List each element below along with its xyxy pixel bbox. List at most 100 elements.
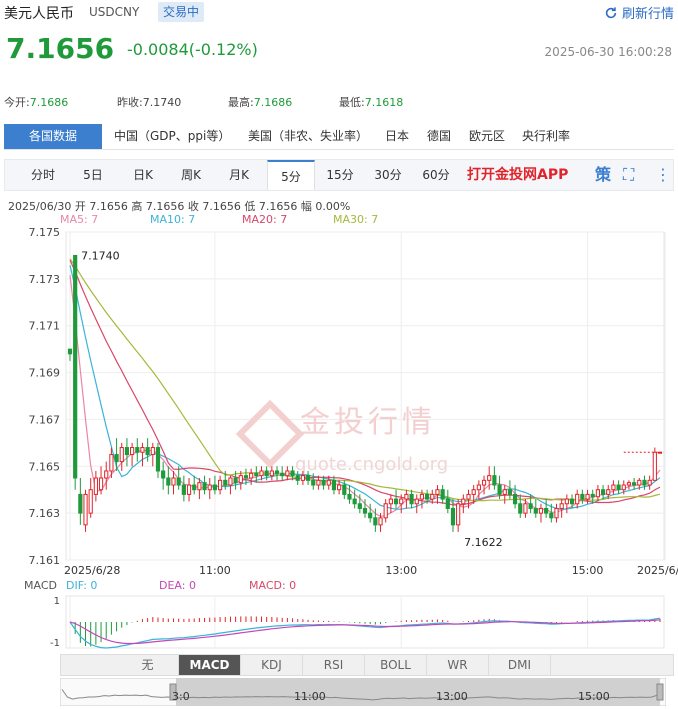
period-60min[interactable]: 60分	[415, 160, 457, 190]
indicator-dmi[interactable]: DMI	[489, 655, 551, 675]
candle-body	[269, 470, 274, 477]
indicator-kdj[interactable]: KDJ	[241, 655, 303, 675]
candle-body	[342, 484, 347, 495]
candle-body	[435, 489, 440, 495]
candle-body	[575, 493, 580, 505]
candle-body	[425, 493, 430, 500]
candle-body	[476, 484, 481, 491]
tab-japan[interactable]: 日本	[385, 124, 409, 149]
candle-body	[83, 493, 88, 526]
indicator-selector: 无 MACD KDJ RSI BOLL WR DMI	[60, 654, 674, 676]
period-weekly[interactable]: 周K	[171, 160, 211, 190]
more-icon[interactable]: ⋮	[655, 160, 671, 190]
candle-body	[264, 470, 269, 477]
candle-body	[217, 479, 223, 491]
candle-body	[466, 493, 471, 500]
y-tick-label: 7.171	[29, 320, 61, 333]
indicator-none[interactable]: 无	[117, 655, 179, 675]
candle-body	[461, 498, 466, 505]
indicator-boll[interactable]: BOLL	[365, 655, 427, 675]
candle-body	[373, 517, 378, 526]
open-app-link[interactable]: 打开金投网APP	[467, 160, 568, 190]
candle-body	[492, 475, 497, 486]
dea-legend: DEA: 0	[159, 579, 196, 592]
candle-body	[554, 507, 559, 519]
navigator-label: 15:00	[578, 690, 610, 703]
candle-body	[114, 454, 119, 463]
candle-body	[93, 477, 98, 495]
candle-body	[393, 498, 399, 505]
candle-body	[378, 517, 383, 526]
candle-body	[295, 475, 300, 481]
y-tick-label: 7.175	[29, 226, 61, 239]
candle-body	[290, 470, 295, 477]
range-navigator[interactable]: 3:0 11:00 13:00 15:00	[60, 678, 666, 706]
candle-body	[445, 498, 450, 509]
y-tick-label: 7.173	[29, 273, 61, 286]
candle-body	[311, 479, 316, 486]
candle-body	[362, 507, 368, 514]
candle-body	[528, 503, 533, 509]
indicator-rsi[interactable]: RSI	[303, 655, 365, 675]
value-annotation: 7.1622	[464, 536, 503, 549]
period-5day[interactable]: 5日	[75, 160, 111, 190]
period-30min[interactable]: 30分	[367, 160, 409, 190]
x-tick-label: 15:00	[572, 564, 604, 577]
data-tabs: 各国数据 中国（GDP、ppi等） 美国（非农、失业率） 日本 德国 欧元区 央…	[4, 124, 674, 150]
status-badge: 交易中	[158, 2, 205, 22]
period-intraday[interactable]: 分时	[23, 160, 63, 190]
dif-legend: DIF: 0	[66, 579, 98, 592]
candle-body	[352, 498, 357, 505]
refresh-button[interactable]: 刷新行情	[604, 3, 674, 22]
strategy-icon[interactable]: 策	[595, 160, 611, 190]
tab-central-bank[interactable]: 央行利率	[522, 124, 570, 149]
indicator-wr[interactable]: WR	[427, 655, 489, 675]
candle-body	[512, 493, 518, 505]
candle-body	[564, 498, 569, 505]
candle-body	[383, 503, 388, 519]
candle-body	[559, 503, 564, 509]
candle-body	[409, 493, 414, 505]
tab-usa[interactable]: 美国（非农、失业率）	[248, 124, 368, 149]
macd-chart[interactable]: 1 -1	[0, 592, 678, 652]
period-5min[interactable]: 5分	[267, 160, 315, 190]
x-tick-label: 2025/6/30	[637, 564, 678, 577]
low-value: 7.1618	[364, 96, 404, 109]
candle-body	[233, 477, 238, 484]
watermark-brand: 金投行情	[300, 405, 436, 440]
candle-body	[337, 484, 342, 491]
candle-body	[600, 489, 606, 495]
indicator-macd[interactable]: MACD	[179, 655, 241, 675]
tab-germany[interactable]: 德国	[427, 124, 451, 149]
period-daily[interactable]: 日K	[123, 160, 163, 190]
candle-body	[399, 498, 404, 505]
candle-body	[109, 454, 114, 472]
macd-axis-max: 1	[54, 596, 60, 607]
high-label: 最高:	[228, 96, 254, 109]
tab-country-data[interactable]: 各国数据	[4, 124, 102, 149]
candle-body	[197, 482, 202, 491]
instrument-title: 美元人民币	[4, 6, 74, 22]
candlestick-chart[interactable]: 7.175 7.173 7.171 7.169 7.167 7.165 7.163 7.161…	[0, 224, 678, 580]
candle-body	[285, 470, 290, 477]
period-monthly[interactable]: 月K	[219, 160, 259, 190]
tab-china[interactable]: 中国（GDP、ppi等）	[114, 124, 230, 149]
macd-axis-min: -1	[50, 638, 60, 649]
candle-body	[300, 475, 305, 481]
watermark-url: quote.cngold.org	[295, 454, 448, 475]
navigator-right-handle	[656, 683, 664, 701]
y-tick-label: 7.169	[29, 367, 61, 380]
candle-body	[487, 475, 492, 481]
fullscreen-icon[interactable]: ⛶	[623, 160, 634, 190]
tab-eurozone[interactable]: 欧元区	[469, 124, 505, 149]
candle-body	[549, 512, 554, 519]
candle-body	[388, 498, 393, 505]
last-price: 7.1656	[6, 32, 115, 65]
period-15min[interactable]: 15分	[319, 160, 361, 190]
candle-body	[135, 447, 140, 453]
candle-body	[590, 493, 595, 498]
candle-body	[450, 507, 456, 526]
candle-body	[78, 493, 83, 514]
candle-body	[238, 475, 243, 484]
candle-body	[254, 472, 259, 477]
